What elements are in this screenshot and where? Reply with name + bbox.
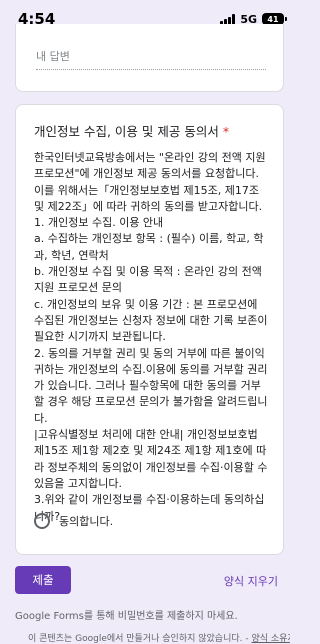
description-line: 이를 위해서는「개인정보보호법 제15조, 제17조 및 제22조」에 따라 귀… bbox=[34, 183, 263, 213]
form-owner-link[interactable]: 양식 소유자 bbox=[251, 634, 290, 644]
submit-button[interactable]: 제출 bbox=[15, 566, 71, 594]
clear-form-button[interactable]: 양식 지우기 bbox=[224, 573, 278, 589]
question-description: 한국인터넷교육방송에서는 "온라인 강의 전액 지원 프로모션"에 개인정보 제… bbox=[34, 150, 269, 525]
description-line: 1. 개인정보 수집. 이용 안내 bbox=[34, 216, 164, 230]
question-title-text: 개인정보 수집, 이용 및 제공 동의서 bbox=[34, 124, 219, 139]
agree-option[interactable]: 동의합니다. bbox=[34, 513, 113, 529]
required-mark: * bbox=[222, 124, 230, 139]
agree-option-label: 동의합니다. bbox=[59, 515, 114, 528]
description-line: |고유식별정보 처리에 대한 안내| 개인정보보호법 제15조 제1항 제2호 … bbox=[34, 428, 268, 490]
description-line: c. 개인정보의 보유 및 이용 기간 : 본 프로모션에 수집된 개인정보는 … bbox=[34, 297, 268, 344]
radio-button-icon[interactable] bbox=[34, 513, 50, 529]
short-answer-input[interactable]: 내 답변 bbox=[36, 48, 266, 70]
description-line: 한국인터넷교육방송에서는 "온라인 강의 전액 지원 프로모션"에 개인정보 제… bbox=[34, 151, 266, 181]
description-line: b. 개인정보 수집 및 이용 목적 : 온라인 강의 전액 지원 프로모션 문… bbox=[34, 265, 262, 295]
short-answer-card: 내 답변 bbox=[15, 24, 284, 92]
disclaimer-text: 이 콘텐츠는 Google에서 만들거나 승인하지 않았습니다. - bbox=[28, 634, 252, 644]
description-line: 귀하는 개인정보의 수집.이용에 동의를 거부할 권리가 있습니다. 그러나 필… bbox=[34, 362, 268, 425]
description-line: a. 수집하는 개인정보 항목 : (필수) 이름, 학교, 학과, 학년, 연… bbox=[34, 232, 264, 262]
google-disclaimer: 이 콘텐츠는 Google에서 만들거나 승인하지 않았습니다. - 양식 소유… bbox=[28, 631, 290, 644]
description-line: 2. 동의를 거부할 권리 및 동의 거부에 따른 불이익 bbox=[34, 346, 265, 360]
password-warning: Google Forms를 통해 비밀번호를 제출하지 마세요. bbox=[15, 611, 238, 622]
consent-question-card: 개인정보 수집, 이용 및 제공 동의서 * 한국인터넷교육방송에서는 "온라인… bbox=[15, 104, 284, 555]
signal-icon bbox=[220, 13, 236, 25]
question-title: 개인정보 수집, 이용 및 제공 동의서 * bbox=[34, 123, 269, 140]
